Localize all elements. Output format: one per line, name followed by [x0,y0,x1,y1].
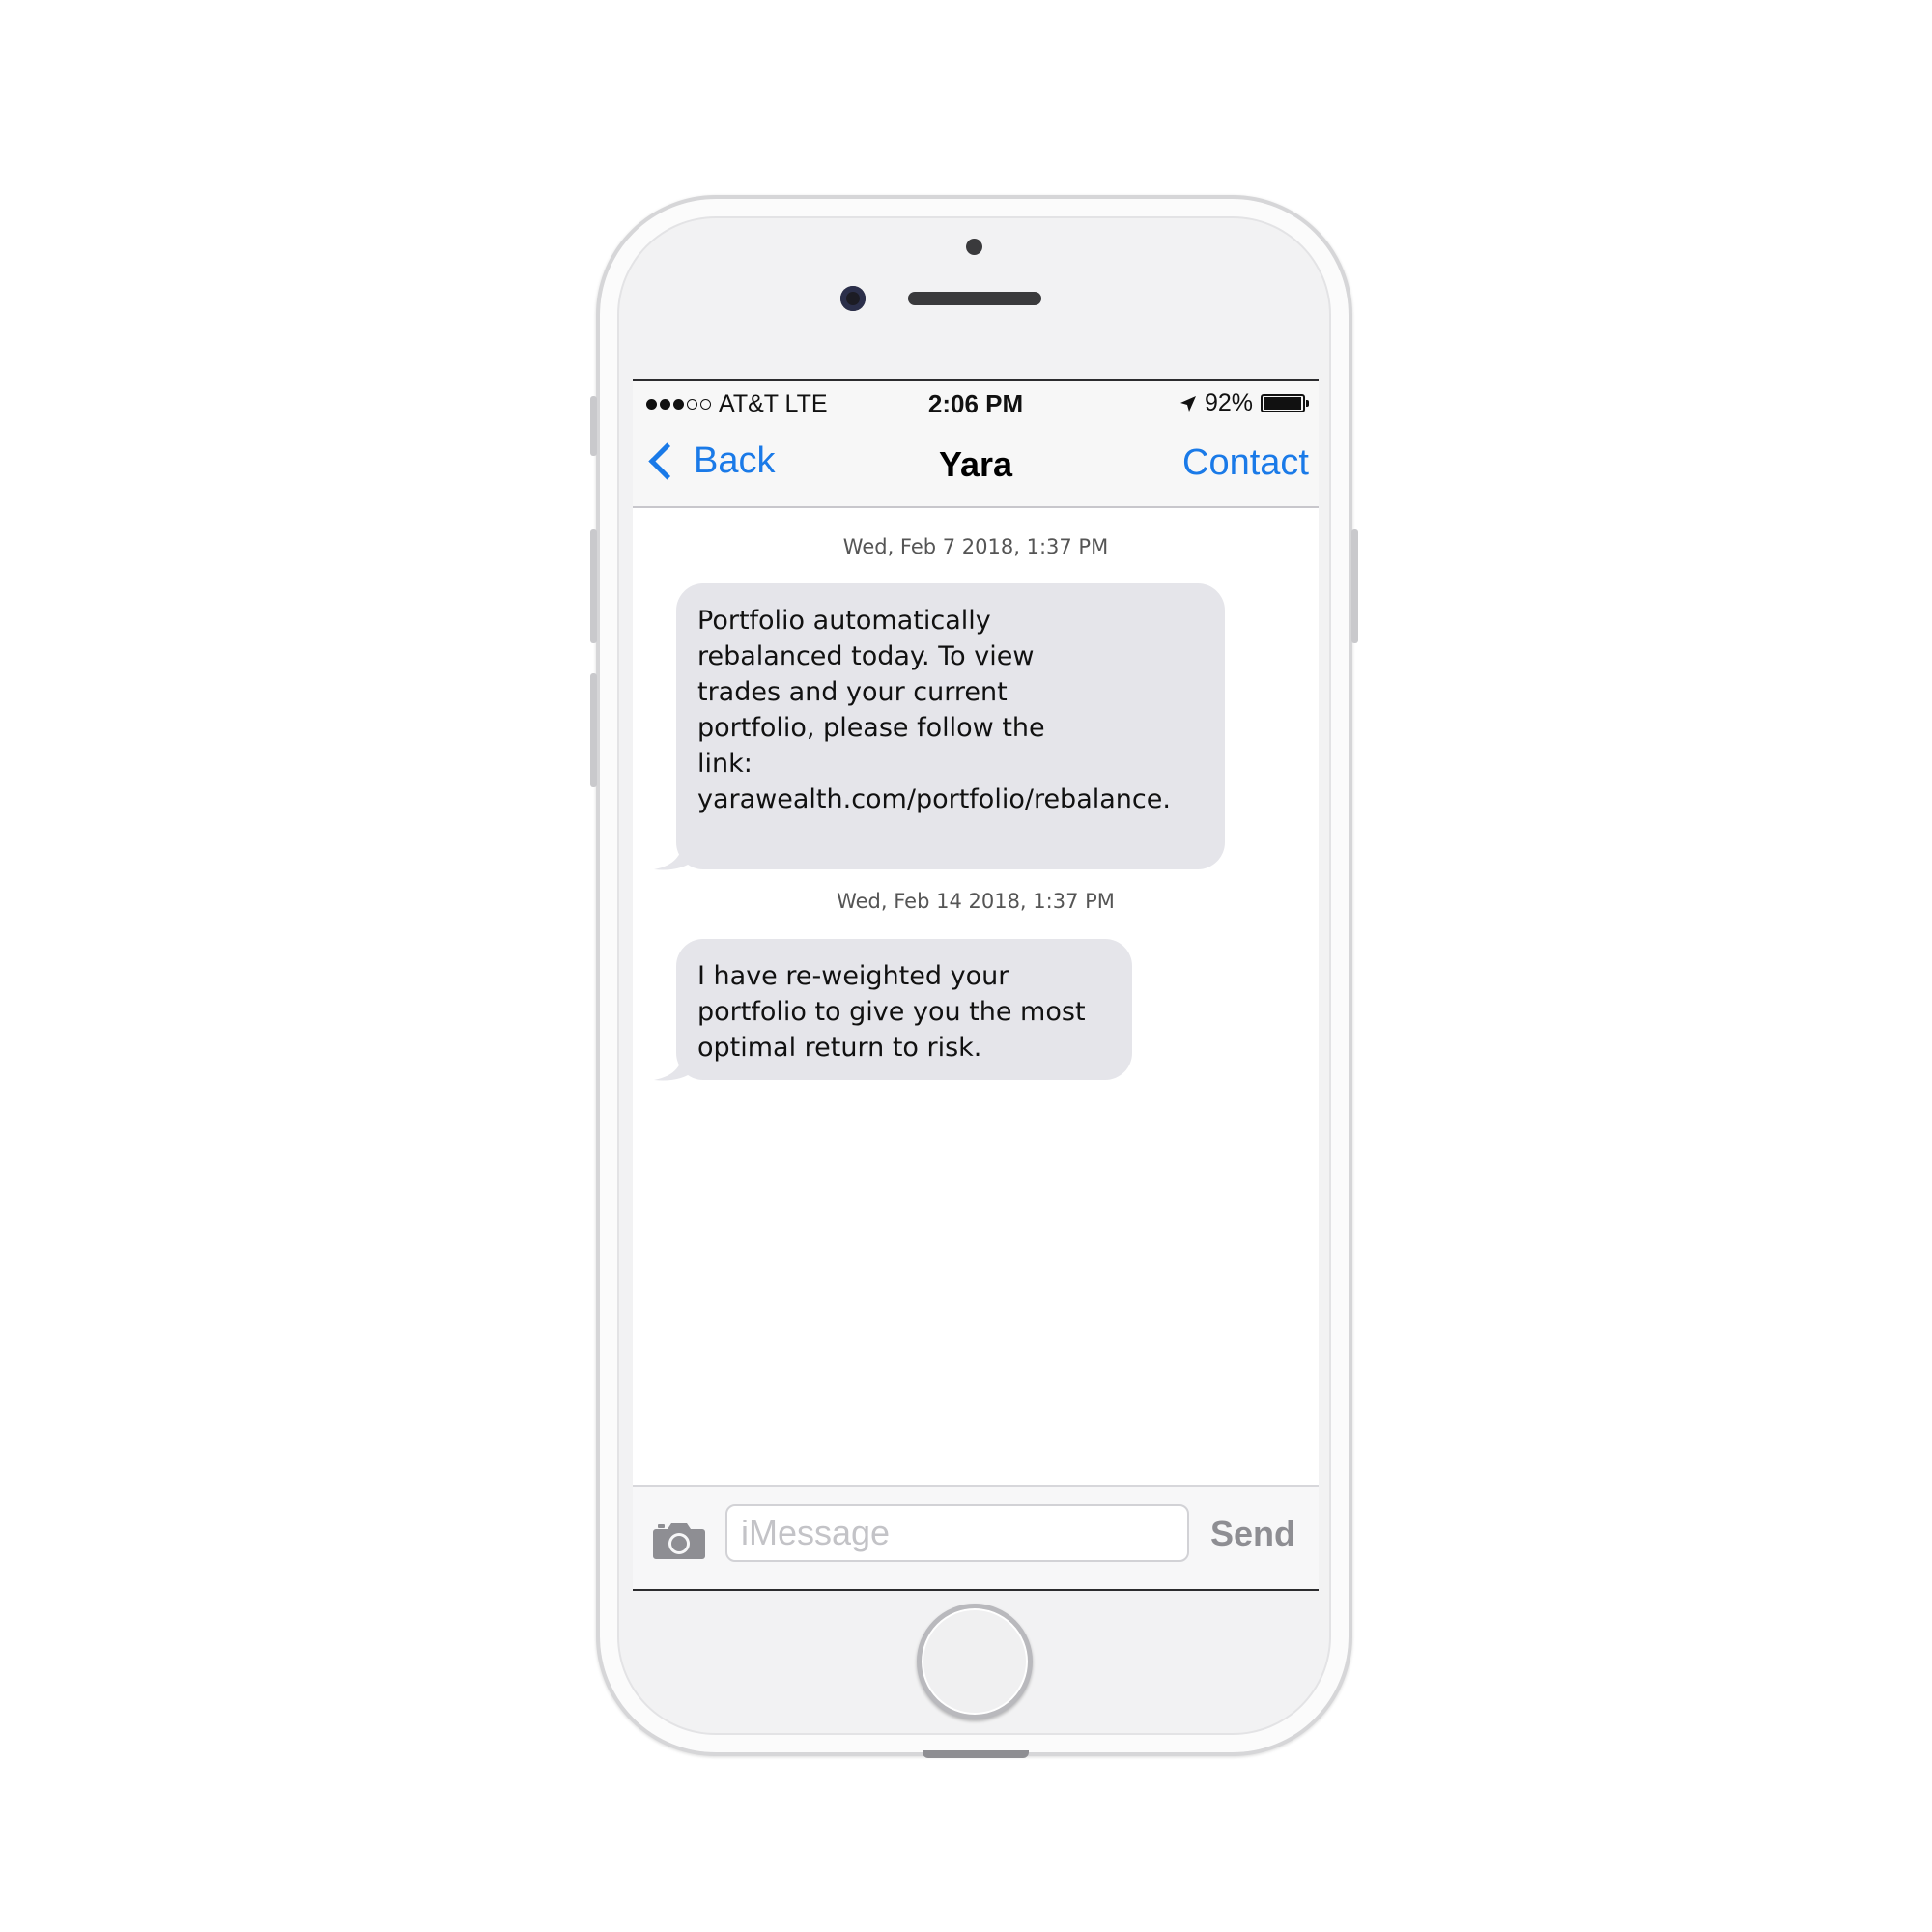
proximity-sensor [966,239,982,255]
message-timestamp: Wed, Feb 14 2018, 1:37 PM [837,890,1115,913]
volume-down-button [590,673,597,787]
home-button[interactable] [917,1604,1033,1719]
volume-up-button [590,529,597,643]
message-line: rebalanced today. To view [697,641,1035,671]
message-line: Portfolio automatically [697,606,991,636]
power-button [1351,529,1358,643]
message-input-bar: Send [633,1485,1319,1589]
message-input[interactable] [725,1504,1189,1562]
message-line: optimal return to risk. [697,1033,982,1063]
contact-button[interactable]: Contact [1182,442,1309,484]
message-timestamp: Wed, Feb 7 2018, 1:37 PM [842,535,1109,558]
bubble-tail [654,1049,693,1081]
battery-percent: 92% [1204,389,1253,416]
camera-icon[interactable] [652,1520,706,1560]
message-line: I have re-weighted your [697,961,1009,991]
battery-group: 92% [1179,389,1309,417]
status-bar: AT&T LTE 2:06 PM 92% [633,381,1319,423]
send-button[interactable]: Send [1210,1514,1295,1554]
message-line: portfolio to give you the most [697,997,1086,1027]
bottom-edge [923,1750,1029,1758]
navigation-bar: Back Yara Contact [633,423,1319,508]
location-arrow-icon [1179,395,1196,412]
message-line: link: [697,749,753,779]
bubble-tail [654,838,693,870]
earpiece-speaker [908,292,1041,305]
screen: AT&T LTE 2:06 PM 92% Back Yara Contact W… [633,379,1319,1591]
message-bubble: Portfolio automatically rebalanced today… [676,583,1225,869]
message-line: portfolio, please follow the [697,713,1045,743]
front-camera [840,286,866,311]
battery-icon [1261,394,1309,412]
message-link[interactable]: yarawealth.com/portfolio/rebalance. [697,781,1204,817]
message-bubble: I have re-weighted your portfolio to giv… [676,939,1132,1080]
battery-fill [1264,397,1301,410]
message-line: trades and your current [697,677,1008,707]
silent-switch [590,396,597,456]
